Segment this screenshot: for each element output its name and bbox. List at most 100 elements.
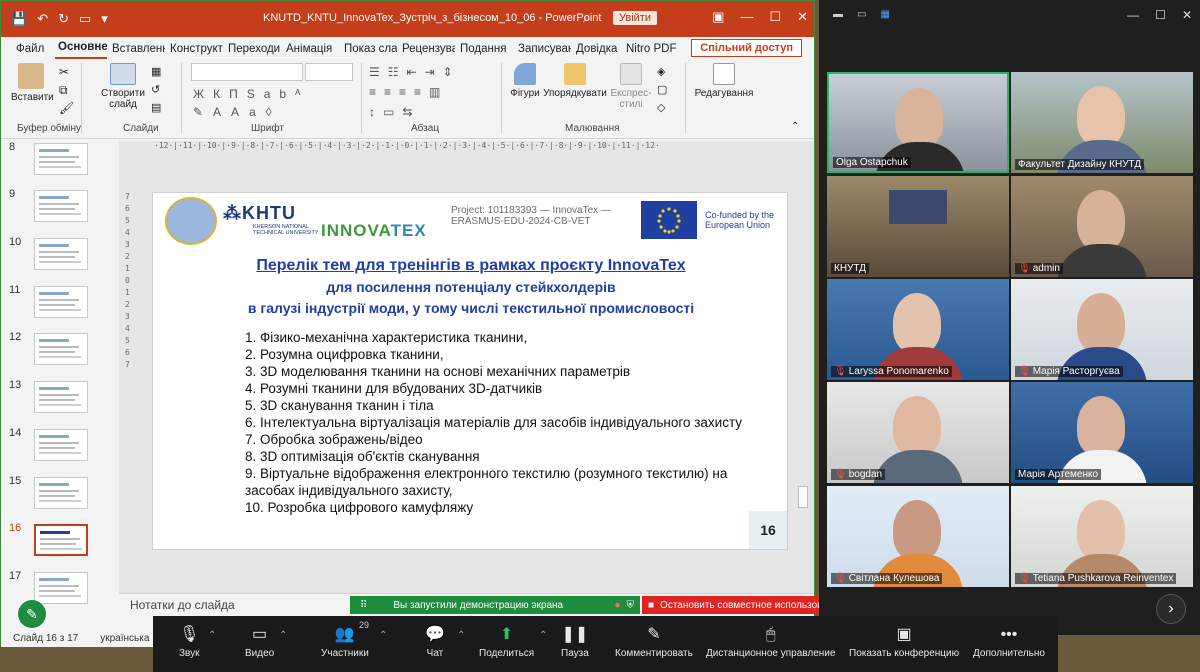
tab-animations[interactable]: Анімація bbox=[283, 43, 339, 59]
vertical-scrollbar[interactable] bbox=[798, 141, 808, 593]
minimize-icon[interactable]: ▬ bbox=[833, 9, 843, 21]
tab-help[interactable]: Довідка bbox=[573, 43, 621, 59]
slide-thumbnail[interactable] bbox=[34, 190, 88, 222]
close-icon[interactable]: ✕ bbox=[1182, 8, 1192, 22]
slide-thumbnail[interactable] bbox=[34, 238, 88, 270]
shape-fill-icon[interactable]: ◈ bbox=[657, 65, 665, 78]
tab-transitions[interactable]: Переходи bbox=[225, 43, 281, 59]
slide-thumbnail[interactable] bbox=[34, 477, 88, 509]
show-conference-button[interactable]: ▣ Показать конференцию bbox=[849, 622, 959, 659]
slide-thumbnail[interactable] bbox=[34, 381, 88, 413]
list-buttons[interactable]: ☰☷⇤⇥⇕ bbox=[369, 65, 461, 79]
more-button[interactable]: ••• Дополнительно bbox=[973, 622, 1045, 659]
drag-handle-icon[interactable]: ⠿ bbox=[360, 600, 367, 611]
paste-button[interactable]: Вставити bbox=[11, 63, 54, 103]
stop-share-button[interactable]: ■ Остановить совместное использование bbox=[642, 596, 820, 614]
tab-file[interactable]: Файл bbox=[13, 43, 53, 59]
participant-tile[interactable]: 🎙 Tetiana Pushkarova Reinventex bbox=[1011, 486, 1193, 587]
participant-tile[interactable]: 🎙 Світлана Кулешова bbox=[827, 486, 1009, 587]
tab-view[interactable]: Подання bbox=[457, 43, 513, 59]
font-family-select[interactable] bbox=[191, 63, 303, 81]
reset-icon[interactable]: ↺ bbox=[151, 83, 160, 96]
current-slide[interactable]: ⁂KHTU KHERSON NATIONAL TECHNICAL UNIVERS… bbox=[152, 192, 788, 550]
section-icon[interactable]: ▤ bbox=[151, 101, 161, 114]
sign-in-button[interactable]: Увійти bbox=[613, 11, 657, 25]
copy-icon[interactable]: ⧉ bbox=[59, 83, 68, 98]
minimize-icon[interactable]: — bbox=[740, 9, 753, 25]
present-icon[interactable]: ▭ bbox=[79, 11, 91, 27]
tab-review[interactable]: Рецензування bbox=[399, 43, 455, 59]
participant-tile[interactable]: Факультет Дизайну КНУТД bbox=[1011, 72, 1193, 173]
chevron-up-icon[interactable]: ⌃ bbox=[457, 630, 465, 641]
format-painter-icon[interactable]: 🖌 bbox=[59, 101, 74, 115]
slide-thumbnail[interactable] bbox=[34, 143, 88, 175]
chevron-up-icon[interactable]: ⌃ bbox=[379, 630, 387, 641]
language-indicator[interactable]: українська bbox=[100, 633, 149, 644]
font-size-select[interactable] bbox=[305, 63, 353, 81]
maximize-icon[interactable]: ☐ bbox=[1155, 8, 1166, 22]
tab-design[interactable]: Конструктор bbox=[167, 43, 223, 59]
paragraph-buttons[interactable]: ↕▭⇆ bbox=[369, 105, 420, 119]
participant-tile[interactable]: Марія Артеменко bbox=[1011, 382, 1193, 483]
participant-tile[interactable]: 🎙 bogdan bbox=[827, 382, 1009, 483]
shapes-button[interactable]: Фігури bbox=[507, 63, 543, 99]
redo-icon[interactable]: ↻ bbox=[58, 11, 69, 27]
save-icon[interactable]: 💾 bbox=[11, 11, 27, 27]
participant-tile[interactable]: 🎙 Марія Расторгуєва bbox=[1011, 279, 1193, 380]
cofunded-label: Co-funded by the European Union bbox=[705, 210, 775, 230]
remote-control-button[interactable]: 🖱 Дистанционное управление bbox=[706, 622, 835, 659]
quick-styles-button[interactable]: Експрес-стилі bbox=[609, 63, 653, 110]
participant-tile[interactable]: 🎙 admin bbox=[1011, 176, 1193, 277]
slide-thumbnail[interactable] bbox=[34, 572, 88, 604]
new-slide-button[interactable]: Створити слайд bbox=[97, 63, 149, 110]
search-icon[interactable]: ⌕ bbox=[583, 9, 591, 26]
audio-button[interactable]: 🎙 Звук bbox=[179, 622, 200, 659]
collapse-ribbon-icon[interactable]: ⌃ bbox=[791, 121, 799, 132]
undo-icon[interactable]: ↶ bbox=[37, 11, 48, 27]
layout-icon[interactable]: ▦ bbox=[151, 65, 161, 78]
slide-thumbnail[interactable] bbox=[34, 286, 88, 318]
align-buttons[interactable]: ≡≡≡≡▥ bbox=[369, 85, 448, 99]
slide-thumbnail[interactable] bbox=[34, 429, 88, 461]
slide-thumbnail-selected[interactable] bbox=[34, 524, 88, 556]
share-screen-button[interactable]: ⬆ Поделиться bbox=[479, 622, 534, 659]
annotate-pen-icon[interactable]: ✎ bbox=[18, 600, 46, 628]
tab-home[interactable]: Основне bbox=[55, 41, 107, 59]
font-color-buttons[interactable]: ✎AAa◊ bbox=[193, 105, 282, 119]
video-button[interactable]: ▭ Видео bbox=[245, 622, 274, 659]
participant-name: КНУТД bbox=[831, 263, 869, 274]
arrange-button[interactable]: Упорядкувати bbox=[543, 63, 607, 99]
maximize-icon[interactable]: ☐ bbox=[769, 9, 781, 25]
chevron-up-icon[interactable]: ⌃ bbox=[539, 630, 547, 641]
chat-button[interactable]: 💬 Чат bbox=[425, 622, 445, 659]
share-button[interactable]: Спільний доступ bbox=[691, 39, 802, 57]
customize-chevron-icon[interactable]: ▾ bbox=[101, 11, 108, 27]
tab-record[interactable]: Записування bbox=[515, 43, 571, 59]
participant-tile[interactable]: 🎙 Laryssa Ponomarenko bbox=[827, 279, 1009, 380]
grid-view-icon[interactable]: ▦ bbox=[880, 9, 889, 21]
minimize-icon[interactable]: — bbox=[1127, 8, 1139, 22]
shape-outline-icon[interactable]: ▢ bbox=[657, 83, 667, 96]
pause-share-button[interactable]: ❚❚ Пауза bbox=[561, 622, 589, 659]
next-page-chevron-icon[interactable]: › bbox=[1156, 594, 1186, 624]
scroll-thumb[interactable] bbox=[798, 486, 808, 508]
shape-effects-icon[interactable]: ◇ bbox=[657, 101, 665, 114]
tab-insert[interactable]: Вставлення bbox=[109, 43, 165, 59]
view-icon[interactable]: ▭ bbox=[857, 9, 866, 21]
participant-tile[interactable]: КНУТД bbox=[827, 176, 1009, 277]
slide-thumbnail[interactable] bbox=[34, 333, 88, 365]
cut-icon[interactable]: ✂ bbox=[59, 65, 69, 79]
editing-button[interactable]: Редагування bbox=[693, 63, 755, 99]
close-icon[interactable]: ✕ bbox=[797, 9, 808, 25]
chevron-up-icon[interactable]: ⌃ bbox=[208, 630, 216, 641]
participant-tile[interactable]: Olga Ostapchuk bbox=[827, 72, 1009, 173]
ribbon-display-icon[interactable]: ▣ bbox=[712, 9, 724, 25]
group-drawing: Малювання bbox=[565, 123, 620, 134]
stop-share-label: Остановить совместное использование bbox=[660, 599, 820, 611]
annotate-button[interactable]: ✎ Комментировать bbox=[615, 622, 693, 659]
chevron-up-icon[interactable]: ⌃ bbox=[279, 630, 287, 641]
tab-slideshow[interactable]: Показ слайдів bbox=[341, 43, 397, 59]
project-info: Project: 101183393 — InnovaTex — ERASMUS… bbox=[451, 205, 611, 227]
font-format-buttons[interactable]: ЖКПSabᴬ bbox=[193, 87, 309, 101]
tab-nitro[interactable]: Nitro PDF bbox=[623, 43, 679, 59]
